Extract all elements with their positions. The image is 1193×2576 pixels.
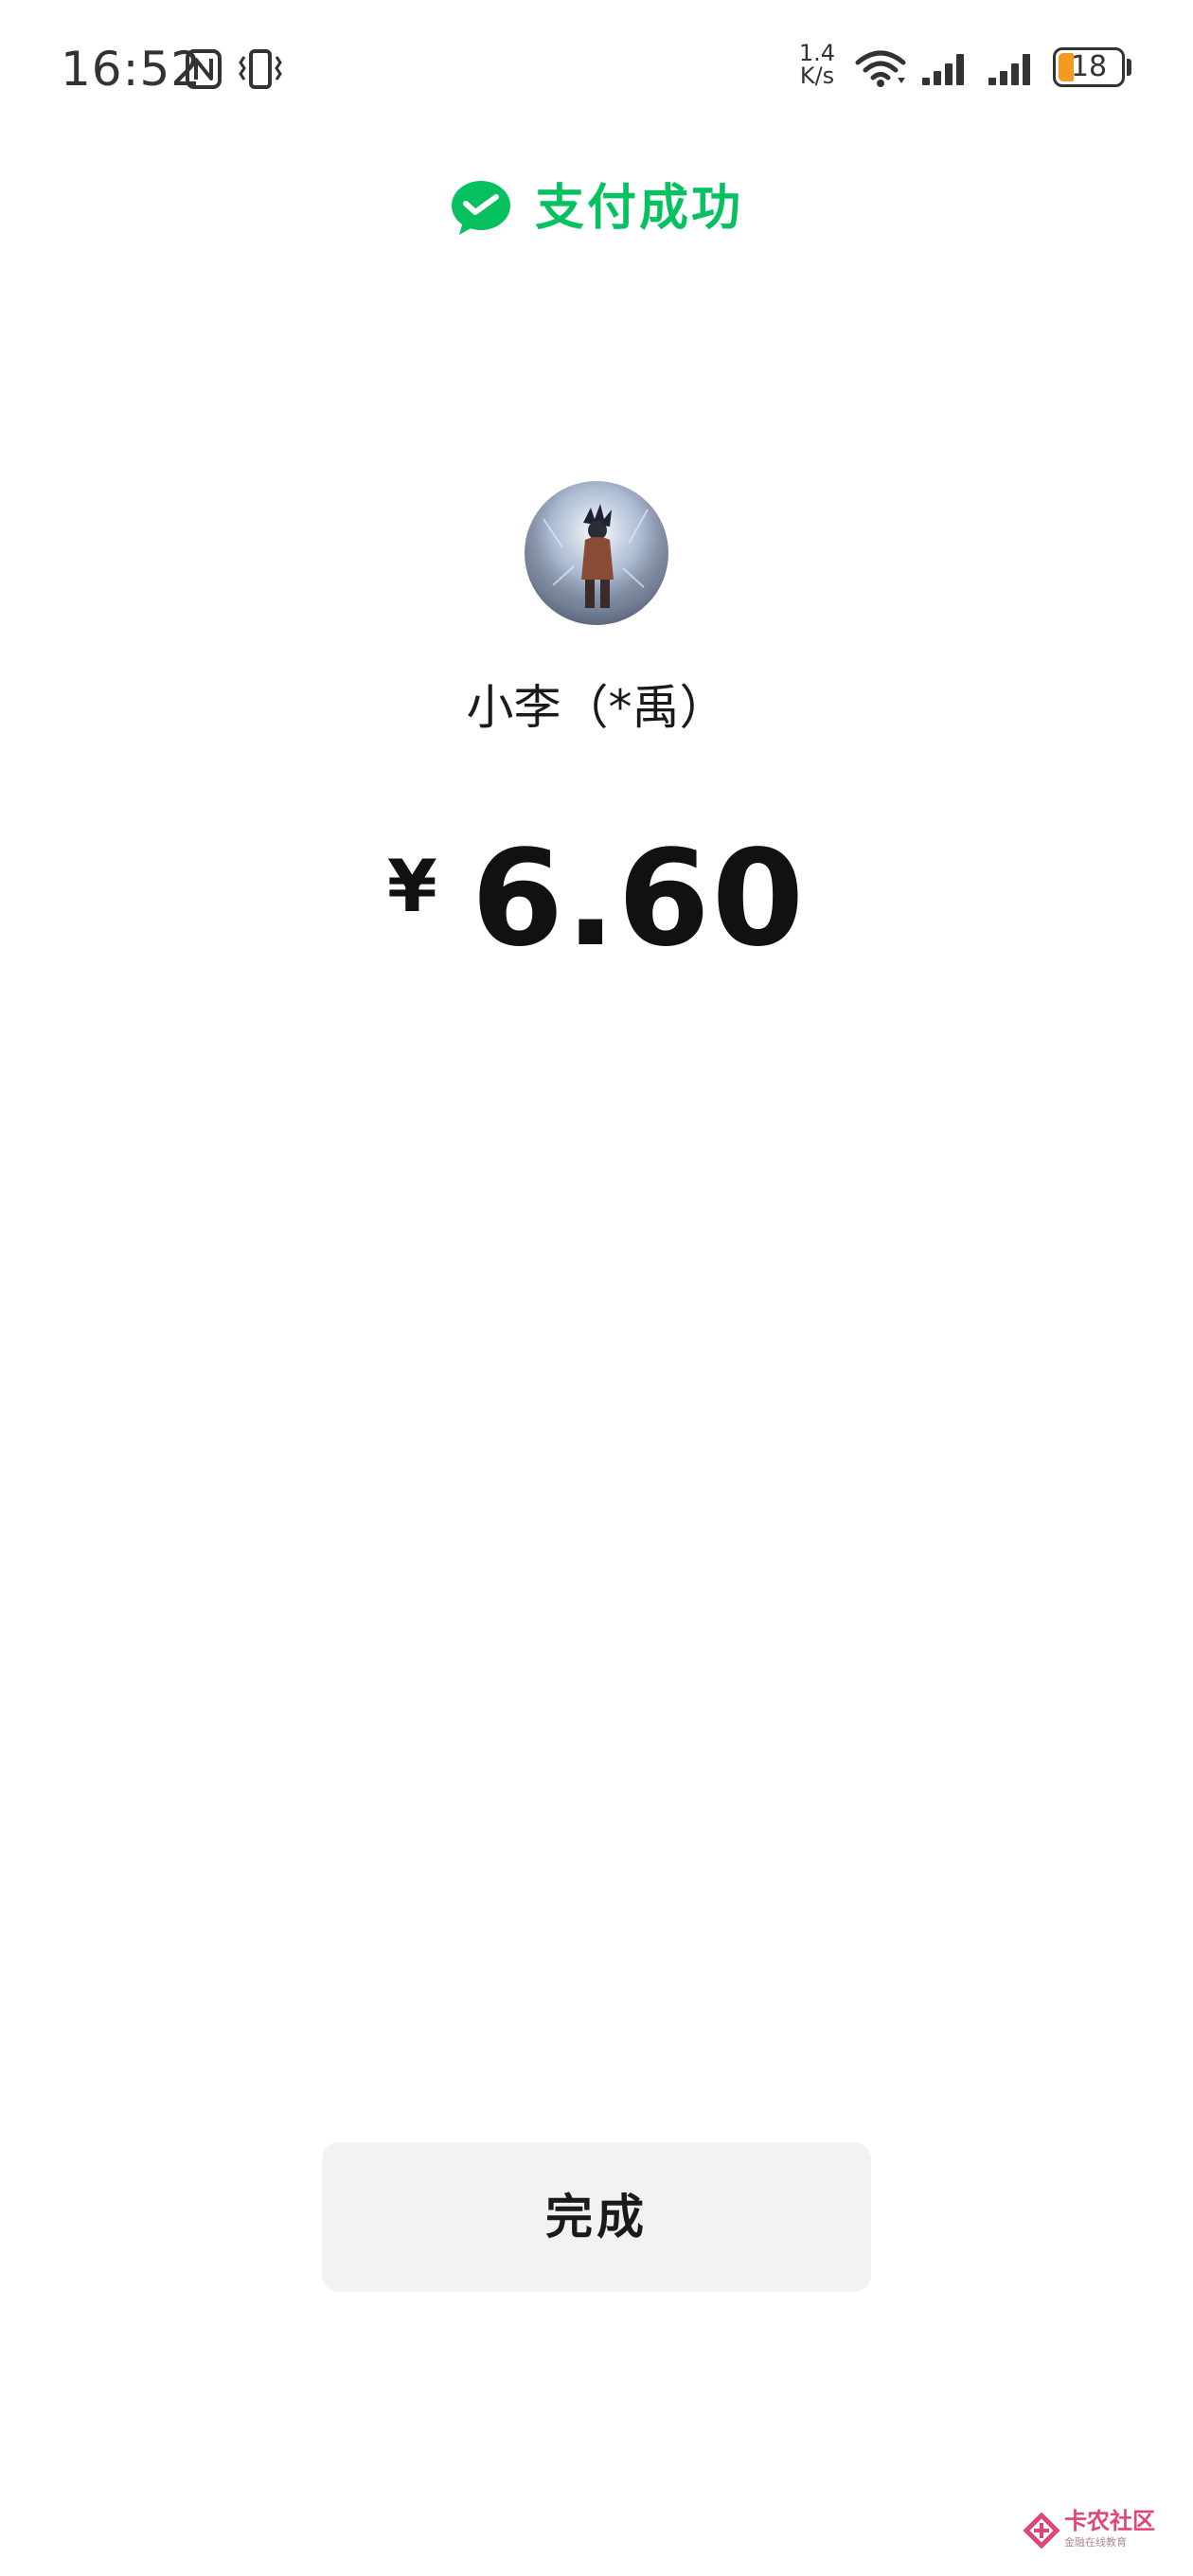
network-speed-unit: K/s <box>799 63 835 89</box>
battery-tip <box>1127 59 1131 76</box>
signal-icon <box>922 54 964 85</box>
vibrate-icon <box>239 49 282 89</box>
avatar-figure <box>525 481 668 625</box>
page-title: 支付成功 <box>534 180 743 237</box>
payment-success-header: 支付成功 <box>0 170 1193 246</box>
status-time: 16:52 <box>61 42 203 97</box>
network-speed: 1.4 K/s <box>795 42 839 87</box>
watermark: 卡农社区 金融在线教育 <box>1023 2506 1189 2559</box>
payee-name: 小李（*禹） <box>466 680 727 735</box>
done-button[interactable]: 完成 <box>322 2142 871 2292</box>
signal-icon <box>988 54 1030 85</box>
kanong-logo-icon <box>1023 2512 1060 2549</box>
network-speed-value: 1.4 <box>798 40 836 66</box>
battery-level: 18 <box>1070 50 1108 83</box>
watermark-text: 卡农社区 <box>1064 2508 1155 2534</box>
currency-symbol: ¥ <box>386 844 437 928</box>
payment-amount: ¥ 6.60 <box>0 824 1193 975</box>
nfc-icon <box>186 49 222 89</box>
battery-icon: 18 <box>1053 47 1125 87</box>
watermark-subtext: 金融在线教育 <box>1064 2536 1127 2549</box>
status-bar: 16:52 1.4 K/s 18 <box>0 0 1193 133</box>
wechat-pay-icon <box>451 181 510 235</box>
amount-value: 6.60 <box>471 822 807 976</box>
avatar <box>525 481 668 625</box>
wifi-icon <box>855 50 906 87</box>
